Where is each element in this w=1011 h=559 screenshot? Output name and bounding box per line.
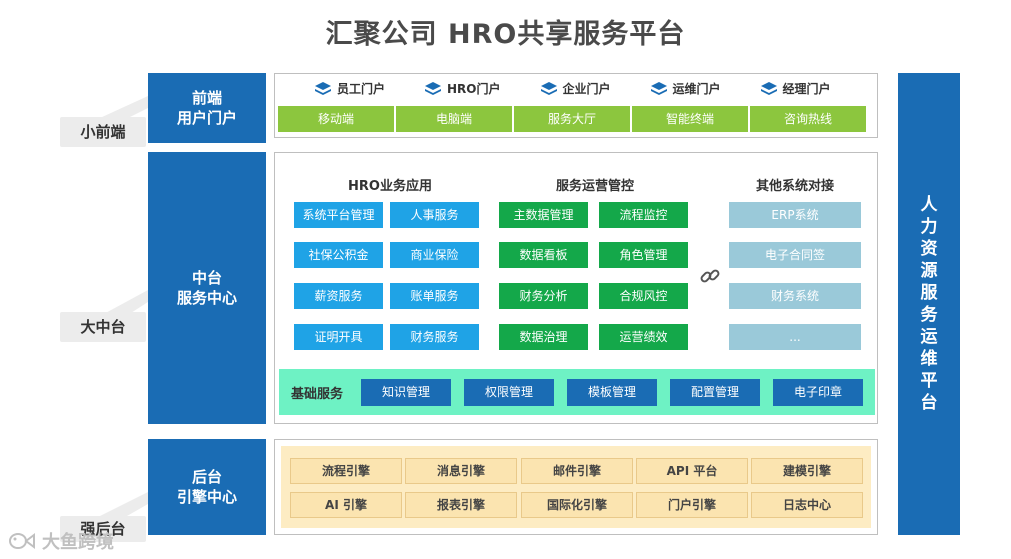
channel-list: 移动端 电脑端 服务大厅 智能终端 咨询热线	[278, 106, 868, 132]
portal-enterprise[interactable]: 企业门户	[540, 80, 611, 97]
base-service-box[interactable]: 配置管理	[670, 379, 760, 406]
base-services-row: 基础服务 知识管理 权限管理 模板管理 配置管理 电子印章	[279, 369, 875, 415]
right-bar-char: 平	[920, 371, 938, 391]
layers-icon	[540, 81, 557, 95]
ops-box[interactable]: 财务分析	[499, 283, 588, 309]
middle-layer-tag: 大中台	[60, 312, 146, 342]
back-layer-line2: 引擎中心	[176, 488, 237, 506]
layers-icon	[425, 81, 442, 95]
portal-label: 企业门户	[562, 82, 611, 96]
ops-box[interactable]: 运营绩效	[599, 324, 688, 350]
app-box[interactable]: 人事服务	[390, 202, 479, 228]
portal-list: 员工门户 HRO门户 企业门户 运维门户 经理门户	[315, 80, 871, 97]
hro-apps-title: HRO业务应用	[348, 179, 432, 194]
front-layer-block: 前端 用户门户	[148, 73, 266, 143]
channel-item[interactable]: 服务大厅	[514, 106, 630, 132]
engine-box[interactable]: AI 引擎	[290, 492, 402, 518]
watermark: 大鱼跨境	[8, 528, 114, 554]
engine-box[interactable]: 流程引擎	[290, 458, 402, 484]
right-bar-char: 务	[920, 305, 938, 325]
right-bar-char: 力	[920, 217, 938, 237]
right-bar-char: 维	[920, 349, 938, 369]
portal-manager[interactable]: 经理门户	[760, 80, 831, 97]
front-panel: 员工门户 HRO门户 企业门户 运维门户 经理门户 移动端 电脑端 服务大厅 智…	[274, 73, 878, 138]
base-service-box[interactable]: 电子印章	[773, 379, 863, 406]
channel-item[interactable]: 移动端	[278, 106, 394, 132]
base-service-box[interactable]: 知识管理	[361, 379, 451, 406]
ops-box[interactable]: 主数据管理	[499, 202, 588, 228]
fish-logo-icon	[9, 533, 35, 549]
app-box[interactable]: 财务服务	[390, 324, 479, 350]
engine-box[interactable]: API 平台	[636, 458, 748, 484]
engine-box[interactable]: 日志中心	[751, 492, 863, 518]
layers-icon	[760, 81, 777, 95]
portal-label: 经理门户	[782, 82, 831, 96]
app-box[interactable]: 证明开具	[294, 324, 383, 350]
engine-box[interactable]: 国际化引擎	[521, 492, 633, 518]
integration-box[interactable]: 财务系统	[729, 283, 861, 309]
ops-box[interactable]: 合规风控	[599, 283, 688, 309]
ops-box[interactable]: 流程监控	[599, 202, 688, 228]
portal-label: HRO门户	[447, 82, 501, 96]
engine-box[interactable]: 邮件引擎	[521, 458, 633, 484]
middle-layer-line2: 服务中心	[176, 289, 237, 307]
ops-box[interactable]: 角色管理	[599, 242, 688, 268]
app-box[interactable]: 账单服务	[390, 283, 479, 309]
portal-label: 运维门户	[672, 82, 721, 96]
app-box[interactable]: 系统平台管理	[294, 202, 383, 228]
right-bar-char: 源	[920, 261, 938, 281]
front-layer-line2: 用户门户	[176, 109, 237, 127]
engine-box[interactable]: 建模引擎	[751, 458, 863, 484]
app-box[interactable]: 社保公积金	[294, 242, 383, 268]
middle-panel: HRO业务应用 服务运营管控 其他系统对接 系统平台管理 人事服务 社保公积金 …	[274, 152, 878, 424]
ops-box[interactable]: 数据看板	[499, 242, 588, 268]
channel-item[interactable]: 咨询热线	[750, 106, 866, 132]
portal-employee[interactable]: 员工门户	[315, 80, 385, 97]
middle-layer-line1: 中台	[191, 269, 222, 287]
ops-box[interactable]: 数据治理	[499, 324, 588, 350]
channel-item[interactable]: 智能终端	[632, 106, 748, 132]
front-layer-tag: 小前端	[60, 117, 146, 147]
app-box[interactable]: 商业保险	[390, 242, 479, 268]
base-service-box[interactable]: 模板管理	[567, 379, 657, 406]
portal-label: 员工门户	[337, 82, 386, 96]
portal-hro[interactable]: HRO门户	[425, 80, 501, 97]
watermark-text: 大鱼跨境	[42, 532, 114, 553]
portal-ops[interactable]: 运维门户	[650, 80, 721, 97]
engine-box[interactable]: 门户引擎	[636, 492, 748, 518]
base-services-label: 基础服务	[291, 387, 344, 402]
right-bar-char: 运	[920, 327, 938, 347]
integration-box[interactable]: 电子合同签	[729, 242, 861, 268]
back-layer-line1: 后台	[191, 468, 222, 486]
integration-title: 其他系统对接	[755, 179, 834, 194]
hr-ops-platform-bar: 人 力 资 源 服 务 运 维 平 台	[898, 73, 960, 535]
right-bar-char: 资	[920, 239, 938, 259]
integration-box[interactable]: ...	[729, 324, 861, 350]
right-bar-char: 服	[920, 283, 938, 303]
link-icon	[700, 269, 720, 283]
integration-box[interactable]: ERP系统	[729, 202, 861, 228]
engine-box[interactable]: 消息引擎	[405, 458, 517, 484]
right-bar-char: 人	[920, 195, 938, 215]
app-box[interactable]: 薪资服务	[294, 283, 383, 309]
base-service-box[interactable]: 权限管理	[464, 379, 554, 406]
front-layer-line1: 前端	[191, 89, 222, 107]
layers-icon	[650, 81, 667, 95]
ops-control-title: 服务运营管控	[555, 179, 634, 194]
right-bar-char: 台	[920, 393, 938, 413]
layers-icon	[315, 81, 331, 95]
channel-item[interactable]: 电脑端	[396, 106, 512, 132]
back-layer-block: 后台 引擎中心	[148, 439, 266, 535]
back-panel: 流程引擎 消息引擎 邮件引擎 API 平台 建模引擎 AI 引擎 报表引擎 国际…	[274, 439, 878, 535]
engine-area: 流程引擎 消息引擎 邮件引擎 API 平台 建模引擎 AI 引擎 报表引擎 国际…	[281, 446, 871, 528]
middle-layer-block: 中台 服务中心	[148, 152, 266, 424]
engine-box[interactable]: 报表引擎	[405, 492, 517, 518]
